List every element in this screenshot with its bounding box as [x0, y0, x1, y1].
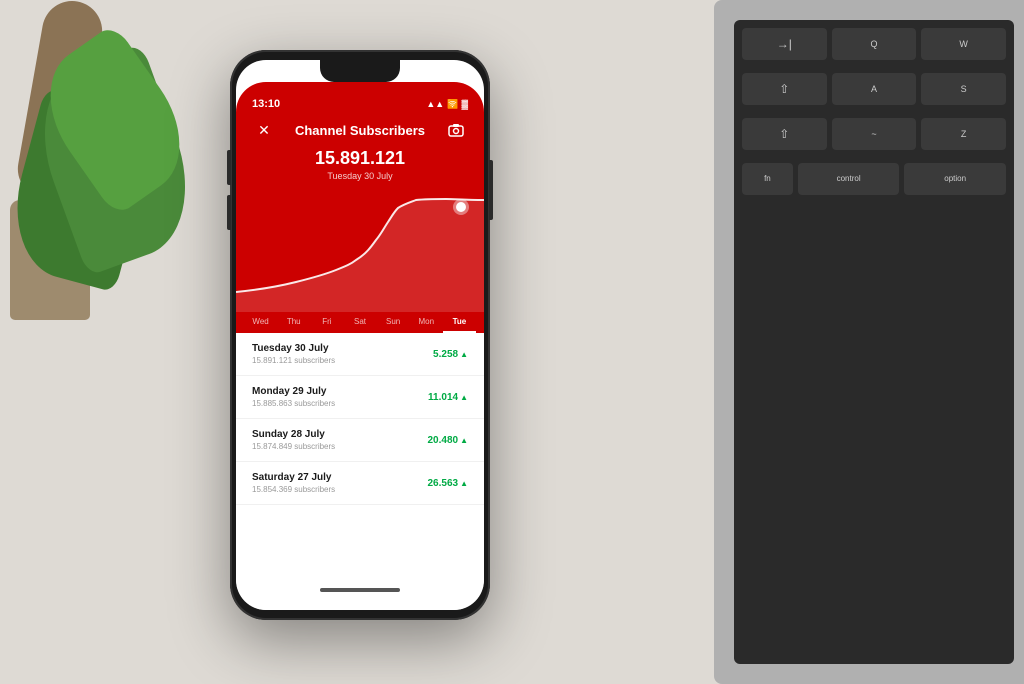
- stat-arrow-0: ▲: [460, 350, 468, 359]
- chart-dot: [456, 202, 466, 212]
- chart-area: [236, 192, 484, 312]
- app-header: 13:10 ▲▲ 🛜 ▓ ✕ Channel Subscribers: [236, 82, 484, 312]
- stat-subs-3: 15.854.369 subscribers: [252, 485, 335, 494]
- key-capslock[interactable]: ⇧: [742, 73, 827, 105]
- signal-icon: ▲▲: [426, 99, 444, 109]
- key-option[interactable]: option: [904, 163, 1006, 195]
- stat-item-2[interactable]: Sunday 28 July 15.874.849 subscribers 20…: [236, 419, 484, 462]
- tab-tue[interactable]: Tue: [443, 312, 476, 333]
- stat-value-2: 20.480: [427, 435, 458, 446]
- status-bar: 13:10 ▲▲ 🛜 ▓: [236, 94, 484, 114]
- phone-screen: 13:10 ▲▲ 🛜 ▓ ✕ Channel Subscribers: [236, 60, 484, 610]
- home-bar: [320, 588, 400, 592]
- tab-thu[interactable]: Thu: [277, 312, 310, 333]
- tab-sun[interactable]: Sun: [377, 312, 410, 333]
- stat-value-0: 5.258: [433, 349, 458, 360]
- key-q[interactable]: Q: [832, 28, 917, 60]
- tab-mon[interactable]: Mon: [410, 312, 443, 333]
- phone: 13:10 ▲▲ 🛜 ▓ ✕ Channel Subscribers: [230, 50, 490, 620]
- key-z[interactable]: Z: [921, 118, 1006, 150]
- key-shift-left[interactable]: ⇧: [742, 118, 827, 150]
- stat-value-3: 26.563: [427, 478, 458, 489]
- key-tab[interactable]: →|: [742, 28, 827, 60]
- laptop-keyboard: →| Q W ⇧ A S ⇧ ~ Z fn control option: [714, 0, 1024, 684]
- stat-date-2: Sunday 28 July: [252, 429, 335, 440]
- stat-subs-1: 15.885.863 subscribers: [252, 399, 335, 408]
- stat-date-0: Tuesday 30 July: [252, 343, 335, 354]
- key-fn[interactable]: fn: [742, 163, 793, 195]
- tab-wed[interactable]: Wed: [244, 312, 277, 333]
- stat-item-0[interactable]: Tuesday 30 July 15.891.121 subscribers 5…: [236, 333, 484, 376]
- stat-date-1: Monday 29 July: [252, 386, 335, 397]
- subscriber-date: Tuesday 30 July: [236, 171, 484, 181]
- day-tabs: Wed Thu Fri Sat Sun Mon Tue: [236, 312, 484, 333]
- side-button[interactable]: [489, 160, 493, 220]
- key-s[interactable]: S: [921, 73, 1006, 105]
- screen-title: Channel Subscribers: [295, 123, 425, 138]
- close-button[interactable]: ✕: [252, 118, 276, 142]
- battery-icon: ▓: [461, 99, 468, 109]
- stat-date-3: Saturday 27 July: [252, 472, 335, 483]
- status-icons: ▲▲ 🛜 ▓: [426, 99, 468, 110]
- nav-bar: ✕ Channel Subscribers: [236, 114, 484, 146]
- stat-arrow-1: ▲: [460, 393, 468, 402]
- stat-value-1: 11.014: [428, 392, 458, 403]
- key-w[interactable]: W: [921, 28, 1006, 60]
- stat-subs-2: 15.874.849 subscribers: [252, 442, 335, 451]
- stat-subs-0: 15.891.121 subscribers: [252, 356, 335, 365]
- stat-item-1[interactable]: Monday 29 July 15.885.863 subscribers 11…: [236, 376, 484, 419]
- phone-notch: [320, 60, 400, 82]
- volume-up-button[interactable]: [227, 150, 231, 185]
- tab-fri[interactable]: Fri: [310, 312, 343, 333]
- key-a[interactable]: A: [832, 73, 917, 105]
- wifi-icon: 🛜: [447, 99, 458, 110]
- content-area: Wed Thu Fri Sat Sun Mon Tue Tuesday 30 J…: [236, 312, 484, 610]
- stat-arrow-3: ▲: [460, 479, 468, 488]
- status-time: 13:10: [252, 98, 280, 110]
- tab-sat[interactable]: Sat: [343, 312, 376, 333]
- key-control[interactable]: control: [798, 163, 900, 195]
- stat-arrow-2: ▲: [460, 436, 468, 445]
- plant-decoration: [0, 0, 210, 320]
- camera-button[interactable]: [444, 118, 468, 142]
- volume-down-button[interactable]: [227, 195, 231, 230]
- stats-list: Tuesday 30 July 15.891.121 subscribers 5…: [236, 333, 484, 505]
- subscriber-count: 15.891.121: [236, 148, 484, 169]
- stat-item-3[interactable]: Saturday 27 July 15.854.369 subscribers …: [236, 462, 484, 505]
- key-backtick[interactable]: ~: [832, 118, 917, 150]
